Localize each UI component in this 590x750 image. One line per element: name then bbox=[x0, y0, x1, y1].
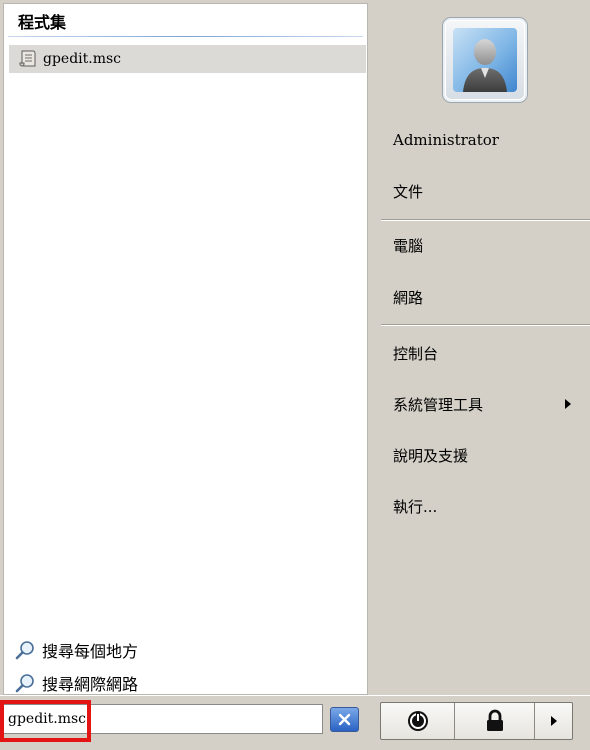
search-result-gpedit[interactable]: gpedit.msc bbox=[9, 45, 366, 73]
search-result-label: gpedit.msc bbox=[43, 51, 122, 67]
search-input-value: gpedit.msc bbox=[8, 711, 87, 727]
menu-item-documents[interactable]: 文件 bbox=[393, 181, 423, 202]
search-internet-label: 搜尋網際網路 bbox=[42, 675, 139, 694]
submenu-arrow-icon bbox=[565, 399, 571, 409]
programs-title: 程式集 bbox=[18, 13, 67, 32]
chevron-right-icon bbox=[550, 716, 557, 726]
search-internet-link[interactable]: 搜尋網際網路 bbox=[14, 671, 138, 695]
menu-item-help-support[interactable]: 說明及支援 bbox=[393, 445, 468, 466]
menu-item-control-panel[interactable]: 控制台 bbox=[393, 343, 438, 364]
close-icon bbox=[338, 713, 351, 726]
menu-item-run[interactable]: 執行... bbox=[393, 496, 437, 517]
user-avatar[interactable] bbox=[443, 18, 527, 102]
clear-search-button[interactable] bbox=[330, 707, 359, 732]
lock-icon bbox=[486, 709, 503, 731]
power-button[interactable] bbox=[381, 703, 455, 739]
menu-divider bbox=[381, 324, 590, 326]
menu-item-admin-tools[interactable]: 系統管理工具 bbox=[393, 394, 583, 415]
menu-item-computer[interactable]: 電腦 bbox=[393, 235, 423, 256]
programs-panel: 程式集 gpedit.msc 搜尋每個地方 搜尋網際網路 bbox=[3, 3, 368, 695]
lock-button[interactable] bbox=[455, 703, 535, 739]
start-menu-right-panel: Administrator 文件 電腦 網路 控制台 系統管理工具 說明及支援 … bbox=[373, 3, 590, 695]
magnifier-icon bbox=[15, 641, 34, 660]
menu-divider bbox=[381, 219, 590, 221]
search-everywhere-label: 搜尋每個地方 bbox=[42, 642, 139, 661]
user-silhouette-icon bbox=[463, 39, 507, 92]
menu-item-username[interactable]: Administrator bbox=[393, 131, 499, 149]
start-search-input[interactable]: gpedit.msc bbox=[3, 704, 323, 734]
shutdown-options-button[interactable] bbox=[535, 703, 572, 739]
user-picture bbox=[453, 28, 517, 92]
admin-tools-label: 系統管理工具 bbox=[393, 396, 484, 414]
power-button-group bbox=[380, 702, 573, 740]
title-divider bbox=[8, 36, 363, 37]
script-file-icon bbox=[19, 50, 36, 67]
search-everywhere-link[interactable]: 搜尋每個地方 bbox=[14, 638, 138, 662]
menu-item-network[interactable]: 網路 bbox=[393, 287, 423, 308]
power-icon bbox=[407, 711, 428, 731]
magnifier-icon bbox=[15, 674, 34, 693]
